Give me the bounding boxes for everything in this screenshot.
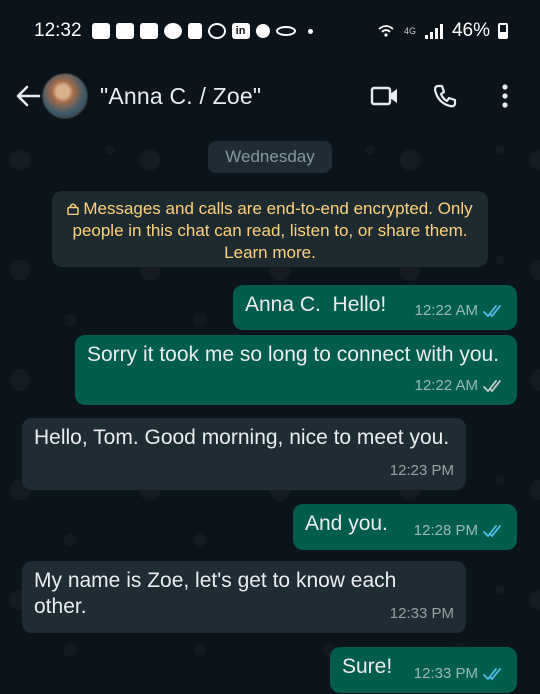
message-bubble-incoming[interactable]: Hello, Tom. Good morning, nice to meet y… [22,418,466,490]
chat-header: "Anna C. / Zoe" [0,62,540,130]
message-time: 12:22 AM [414,302,478,319]
battery-percent: 46% [451,20,490,41]
battery-icon [498,23,508,39]
message-notification-icon [115,23,134,39]
circle-app-icon [207,23,226,39]
double-check-read-icon [483,668,501,681]
encryption-text: Messages and calls are end-to-end encryp… [72,199,473,262]
chat-area[interactable]: Wednesday Messages and calls are end-to-… [0,130,540,694]
message-bubble-outgoing[interactable]: And you. 12:28 PM [293,504,517,550]
message-bubble-outgoing[interactable]: Sure! 12:33 PM [330,647,517,693]
message-bubble-incoming[interactable]: My name is Zoe, let's get to know each o… [22,561,466,633]
lock-icon [67,203,80,215]
message-text: Sorry it took me so long to connect with… [87,343,500,366]
more-vert-icon [502,84,508,108]
video-call-button[interactable] [368,79,402,113]
avatar[interactable] [42,73,88,119]
message-text: And you. [305,512,388,535]
message-bubble-outgoing[interactable]: Sorry it took me so long to connect with… [75,335,517,405]
message-time: 12:28 PM [413,522,478,539]
message-time: 12:22 AM [414,377,478,394]
message-notification-icon [91,23,110,39]
broadcast-icon [275,26,296,36]
phone-call-icon [433,84,457,108]
linkedin-icon: in [231,23,250,39]
more-options-button[interactable] [488,79,522,113]
encryption-notice[interactable]: Messages and calls are end-to-end encryp… [52,191,488,267]
network-type: 4G [403,26,416,36]
status-bar: 12:32 in 4G 46% [0,0,540,62]
message-text: My name is Zoe, let's get to know each o… [34,569,397,618]
message-time: 12:23 PM [389,462,454,479]
signal-icon [424,24,443,39]
messenger-icon [163,23,182,39]
back-arrow-icon [16,85,41,107]
message-text: Sure! [342,655,393,678]
message-text: Anna C. Hello! [245,293,387,316]
app-notification-icon [187,23,202,39]
double-check-icon [483,380,501,393]
app-notification-icon [255,24,270,38]
more-notifications-dot [307,28,313,34]
notification-icons: in [91,23,313,39]
date-divider: Wednesday [208,141,332,173]
wifi-call-icon [378,25,394,37]
message-bubble-outgoing[interactable]: Anna C. Hello! 12:22 AM [233,285,517,330]
message-text: Hello, Tom. Good morning, nice to meet y… [34,426,450,449]
message-time: 12:33 PM [413,665,478,682]
status-time: 12:32 [34,20,82,41]
contact-name[interactable]: "Anna C. / Zoe" [100,83,261,110]
double-check-read-icon [483,525,501,538]
double-check-read-icon [483,305,501,318]
message-time: 12:33 PM [389,605,454,622]
voice-call-button[interactable] [428,79,462,113]
video-call-icon [370,86,397,106]
message-notification-icon [139,23,158,39]
